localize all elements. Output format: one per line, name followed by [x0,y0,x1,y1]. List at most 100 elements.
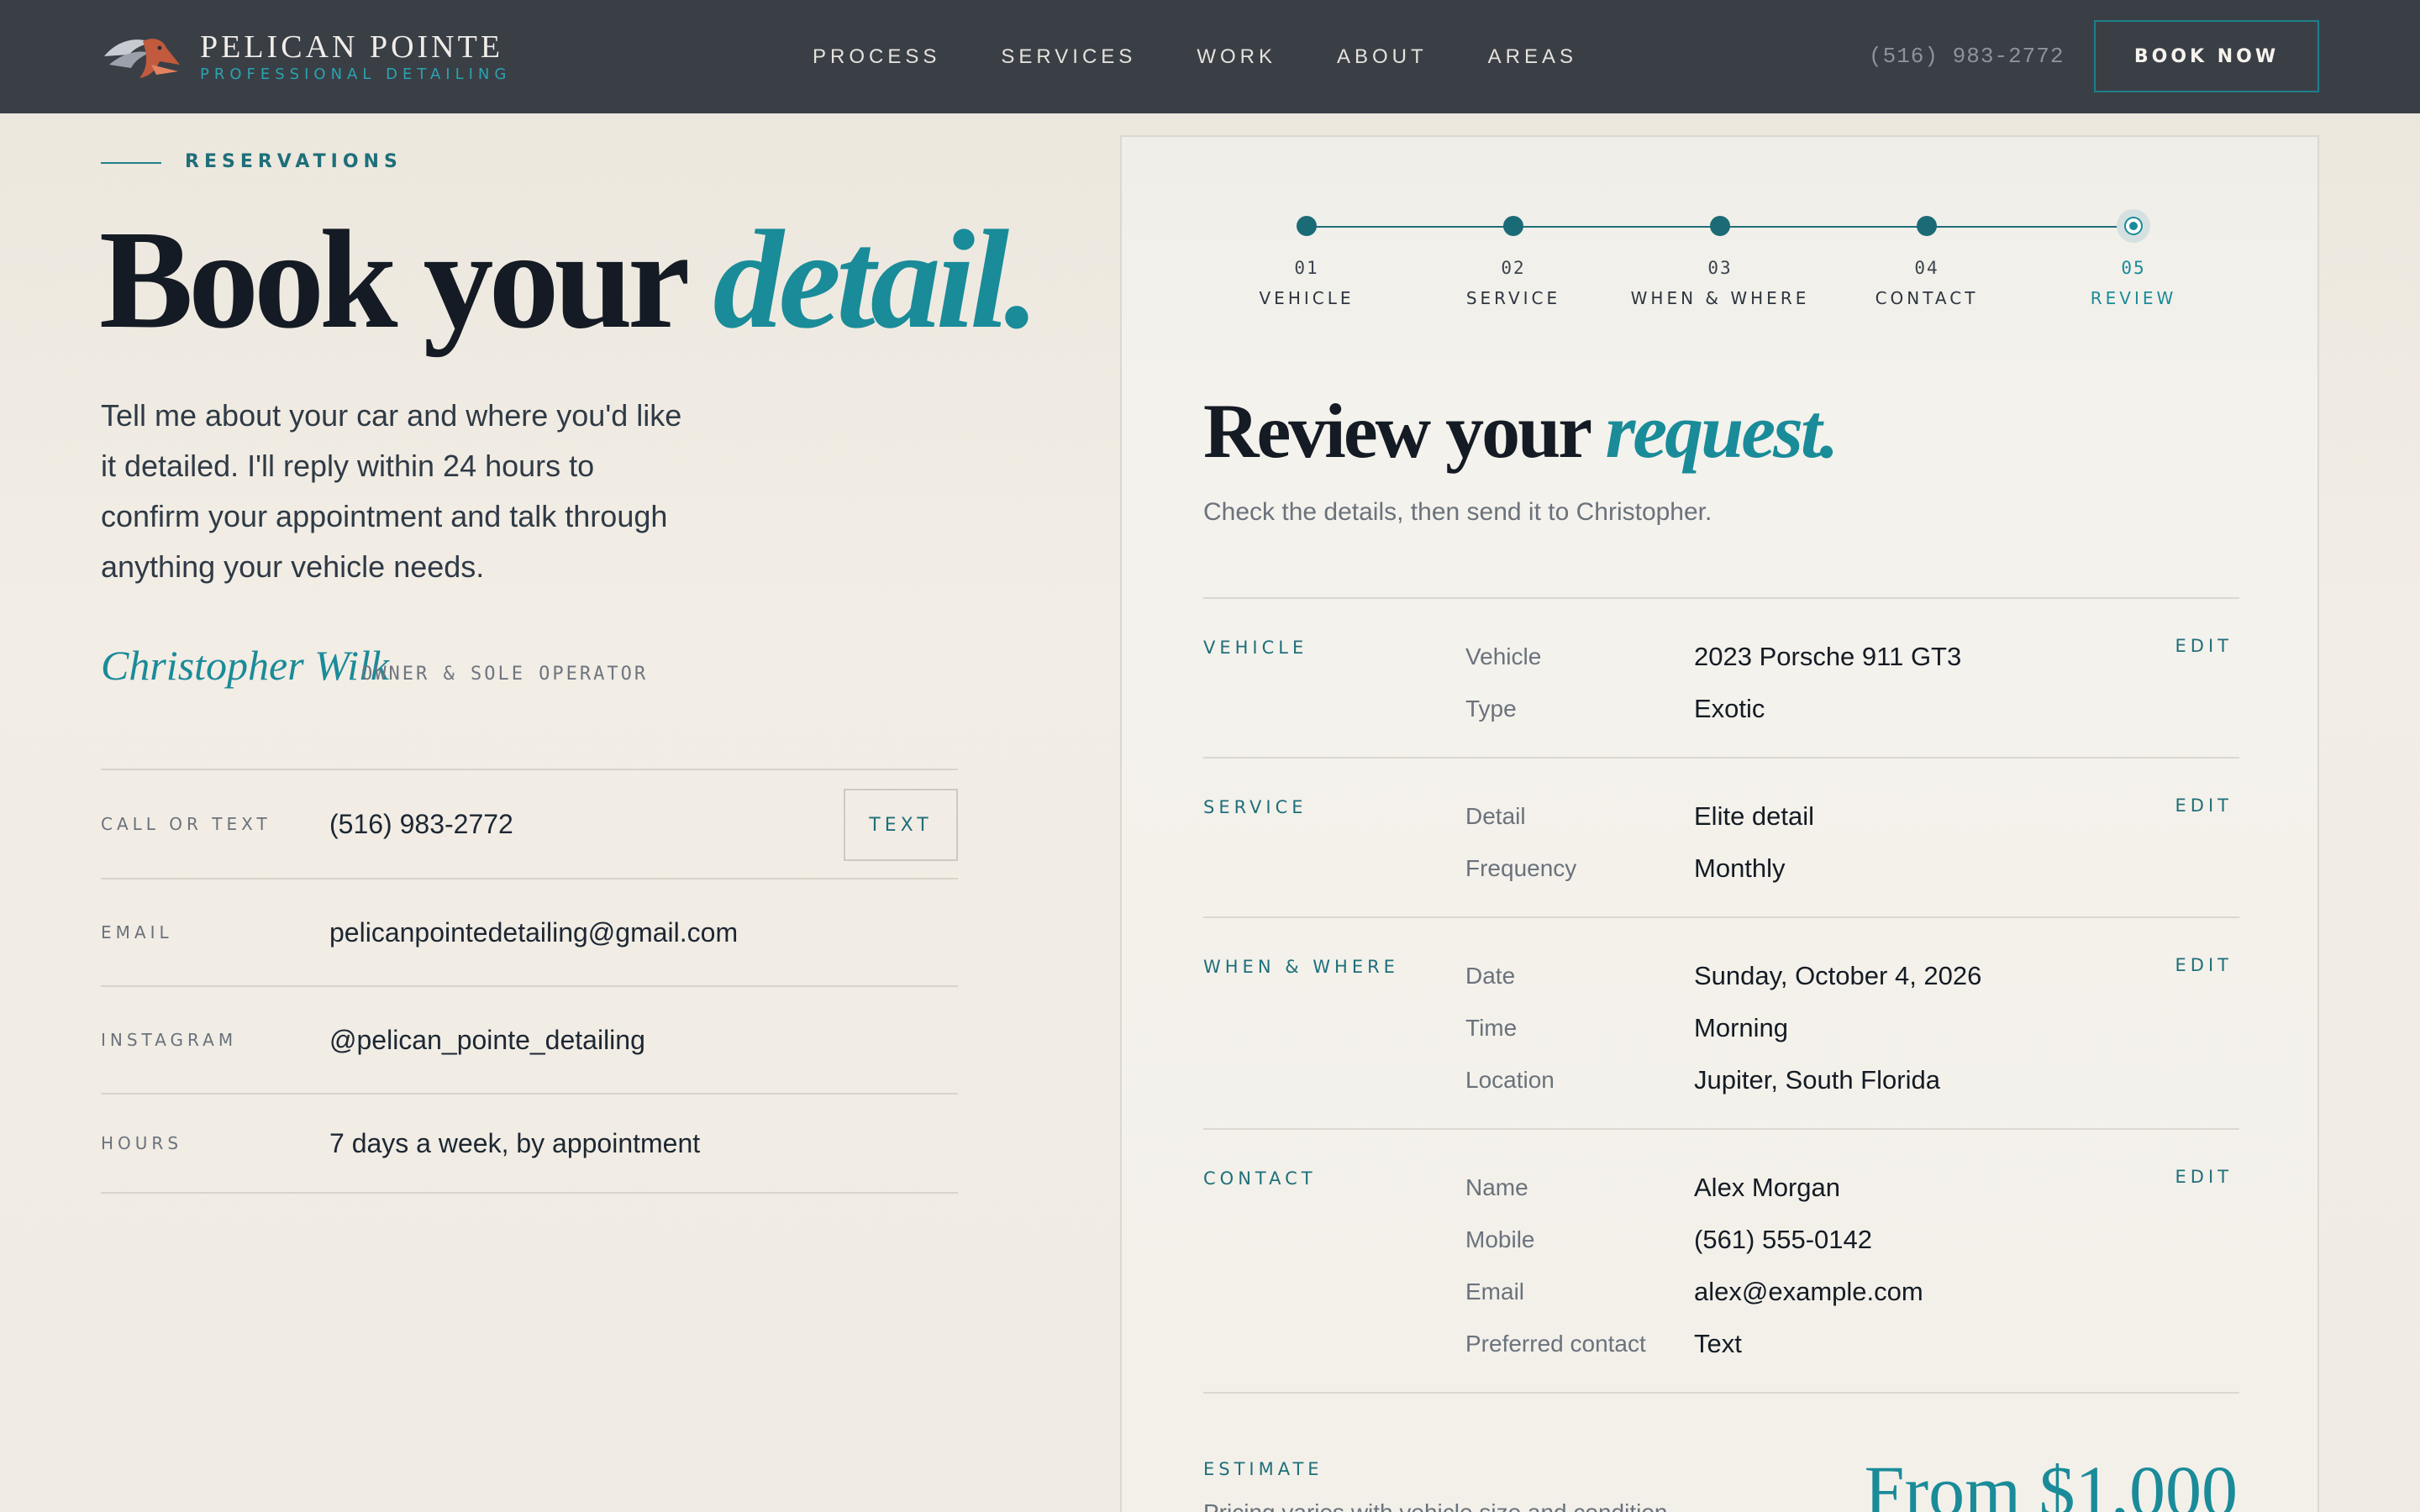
section-title: CONTACT [1203,1168,1317,1189]
field-value: Sunday, October 4, 2026 [1694,961,1982,990]
top-nav: PELICAN POINTE PROFESSIONAL DETAILING PR… [0,0,2420,113]
review-field: Type Exotic [1203,683,2239,735]
owner-role: OWNER & SOLE OPERATOR [361,664,649,685]
field-value: (561) 555-0142 [1694,1225,1872,1254]
review-field: Preferred contact Text [1203,1318,2239,1370]
page-title: Book your detail. [99,208,1039,351]
review-field: Email alex@example.com [1203,1266,2239,1318]
nav-link-areas[interactable]: AREAS [1488,45,1577,69]
field-value: alex@example.com [1694,1277,1923,1306]
brand-tagline: PROFESSIONAL DETAILING [200,66,512,83]
contact-email[interactable]: pelicanpointedetailing@gmail.com [329,917,738,948]
contact-label: INSTAGRAM [101,1030,238,1050]
field-label: Email [1465,1278,1525,1305]
field-label: Vehicle [1465,643,1542,669]
step-label: WHEN & WHERE [1630,288,1810,308]
step-dot [1503,216,1523,236]
review-subtitle: Check the details, then send it to Chris… [1203,498,1712,526]
field-label: Location [1465,1067,1555,1093]
review-title: Review your request. [1203,388,1839,474]
step-number: 01 [1294,258,1319,278]
step-number: 05 [2121,258,2146,278]
step-label: VEHICLE [1259,288,1355,308]
text-button[interactable]: TEXT [844,789,958,861]
owner-signature: Christopher Wilk [101,642,390,689]
nav-phone-link[interactable]: (516) 983-2772 [1869,44,2064,69]
step-number: 04 [1914,258,1939,278]
field-label: Mobile [1465,1226,1535,1252]
review-field: Time Morning [1203,1002,2239,1054]
field-value: Alex Morgan [1694,1173,1841,1202]
contact-hours: 7 days a week, by appointment [329,1127,701,1158]
field-value: Text [1694,1329,1742,1358]
brand[interactable]: PELICAN POINTE PROFESSIONAL DETAILING [101,30,511,84]
edit-contact-button[interactable]: EDIT [2175,1167,2233,1187]
contact-instagram[interactable]: @pelican_pointe_detailing [329,1025,645,1056]
nav-link-process[interactable]: PROCESS [813,45,940,69]
section-title: VEHICLE [1203,638,1308,658]
nav-link-about[interactable]: ABOUT [1337,45,1428,69]
review-sections: VEHICLE EDIT Vehicle 2023 Porsche 911 GT3… [1203,597,2239,1394]
edit-when-where-button[interactable]: EDIT [2175,955,2233,975]
estimate-note: Pricing varies with vehicle size and con… [1203,1499,1674,1512]
review-field: Frequency Monthly [1203,843,2239,895]
step-dot [1710,216,1730,236]
contact-row-email: EMAIL pelicanpointedetailing@gmail.com [101,878,958,985]
booking-card: 01 VEHICLE 02 SERVICE 03 WHEN & WHERE 04… [1120,135,2319,1512]
nav-link-services[interactable]: SERVICES [1001,45,1136,69]
step-dot-active [2117,209,2150,243]
step-number: 02 [1501,258,1526,278]
field-value: Monthly [1694,853,1786,883]
estimate-price: From $1,000 [1864,1451,2238,1512]
review-field: Name Alex Morgan [1203,1162,2239,1214]
step-vehicle[interactable]: 01 VEHICLE [1206,216,1407,308]
page-title-plain: Book your [99,202,713,358]
section-title: WHEN & WHERE [1203,957,1399,977]
main-menu: PROCESS SERVICES WORK ABOUT AREAS [813,45,1638,69]
book-now-button[interactable]: BOOK NOW [2094,20,2319,92]
step-when-where[interactable]: 03 WHEN & WHERE [1619,216,1821,308]
step-label: REVIEW [2090,288,2177,308]
field-label: Type [1465,696,1517,722]
eyebrow-rule [101,162,161,164]
review-section-vehicle: VEHICLE EDIT Vehicle 2023 Porsche 911 GT3… [1203,597,2239,757]
step-contact[interactable]: 04 CONTACT [1826,216,2028,308]
field-value: Morning [1694,1013,1788,1042]
step-dot [1297,216,1317,236]
review-field: Detail Elite detail [1203,790,2239,843]
field-label: Date [1465,963,1516,989]
edit-vehicle-button[interactable]: EDIT [2175,636,2233,656]
brand-name: PELICAN POINTE [200,29,504,65]
field-value: Exotic [1694,694,1765,723]
section-title: SERVICE [1203,797,1307,817]
step-review[interactable]: 05 REVIEW [2033,209,2234,308]
review-section-service: SERVICE EDIT Detail Elite detail Frequenc… [1203,757,2239,916]
field-label: Detail [1465,803,1526,829]
step-number: 03 [1707,258,1733,278]
estimate-label: ESTIMATE [1203,1459,1323,1479]
contact-row-phone: CALL OR TEXT (516) 983-2772 TEXT [101,769,958,878]
review-section-contact: CONTACT EDIT Name Alex Morgan Mobile (561)… [1203,1128,2239,1394]
field-label: Time [1465,1015,1518,1041]
eyebrow-label: RESERVATIONS [185,151,402,172]
field-value: Elite detail [1694,801,1815,831]
step-label: CONTACT [1875,288,1979,308]
field-value: Jupiter, South Florida [1694,1065,1940,1095]
edit-service-button[interactable]: EDIT [2175,795,2233,816]
contact-label: CALL OR TEXT [101,814,271,834]
contact-label: EMAIL [101,922,173,942]
contact-phone[interactable]: (516) 983-2772 [329,809,513,840]
review-field: Location Jupiter, South Florida [1203,1054,2239,1106]
intro-text: Tell me about your car and where you'd l… [101,398,682,584]
field-label: Name [1465,1174,1528,1200]
contact-label: HOURS [101,1133,183,1153]
review-title-plain: Review your [1203,388,1606,474]
nav-link-work[interactable]: WORK [1197,45,1276,69]
review-section-when-where: WHEN & WHERE EDIT Date Sunday, October 4,… [1203,916,2239,1128]
step-service[interactable]: 02 SERVICE [1413,216,1614,308]
page-title-accent: detail. [713,202,1039,358]
contact-row-hours: HOURS 7 days a week, by appointment [101,1093,958,1194]
review-title-accent: request. [1605,388,1839,474]
step-dot [1917,216,1937,236]
booking-stepper: 01 VEHICLE 02 SERVICE 03 WHEN & WHERE 04… [1122,137,2317,355]
